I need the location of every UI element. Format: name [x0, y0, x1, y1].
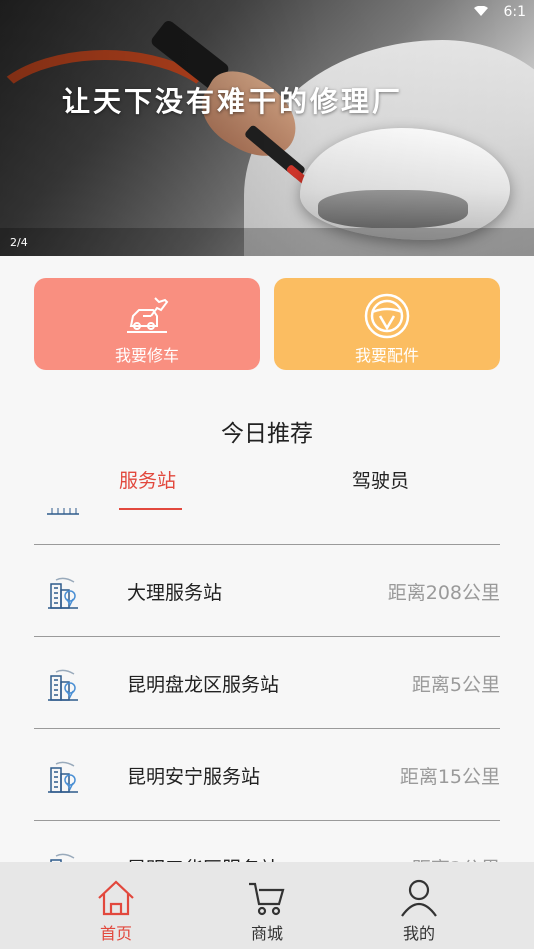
nav-mine[interactable]: 我的	[374, 878, 464, 944]
list-divider	[34, 544, 500, 545]
tab-active-indicator	[119, 508, 182, 510]
buy-parts-button[interactable]: 我要配件	[274, 278, 500, 370]
station-distance: 距离208公里	[387, 582, 500, 604]
station-row[interactable]: 昆明安宁服务站 距离15公里	[34, 730, 500, 820]
nav-shop-label: 商城	[250, 924, 283, 943]
station-icon-partial	[47, 508, 79, 515]
nav-mine-label: 我的	[402, 924, 435, 943]
list-divider	[34, 728, 500, 729]
home-icon	[98, 880, 134, 916]
station-row[interactable]: 昆明盘龙区服务站 距离5公里	[34, 638, 500, 728]
status-time: 6:1	[503, 4, 526, 20]
station-name: 昆明安宁服务站	[127, 766, 261, 788]
banner-shade	[0, 0, 534, 256]
list-divider	[34, 636, 500, 637]
repair-car-label: 我要修车	[114, 346, 179, 365]
list-divider	[34, 820, 500, 821]
user-icon	[401, 879, 437, 917]
tab-driver[interactable]: 驾驶员	[352, 466, 409, 493]
station-building-icon	[48, 669, 78, 701]
wifi-icon	[474, 6, 488, 16]
banner-bottom-bar	[0, 228, 534, 256]
tab-service-station[interactable]: 服务站	[119, 466, 176, 493]
station-building-icon	[48, 761, 78, 793]
banner-title: 让天下没有难干的修理厂	[62, 85, 404, 118]
repair-car-button[interactable]: 我要修车	[34, 278, 260, 370]
station-distance: 距离5公里	[411, 674, 500, 696]
cart-icon	[249, 882, 285, 916]
station-name: 大理服务站	[127, 582, 223, 604]
station-row[interactable]: 大理服务站 距离208公里	[34, 546, 500, 636]
nav-home-label: 首页	[99, 924, 132, 943]
section-title: 今日推荐	[221, 421, 313, 447]
banner-carousel[interactable]: 让天下没有难干的修理厂 2/4 6:1	[0, 0, 534, 256]
car-repair-icon	[127, 297, 169, 333]
nav-home[interactable]: 首页	[71, 878, 161, 944]
steering-wheel-icon	[364, 293, 410, 339]
station-building-icon	[48, 577, 78, 609]
bottom-navigation: 首页 商城 我的	[0, 862, 534, 949]
banner-page-indicator: 2/4	[10, 236, 28, 249]
nav-shop[interactable]: 商城	[222, 878, 312, 944]
station-name: 昆明盘龙区服务站	[127, 674, 280, 696]
buy-parts-label: 我要配件	[354, 346, 419, 365]
station-distance: 距离15公里	[399, 766, 500, 788]
